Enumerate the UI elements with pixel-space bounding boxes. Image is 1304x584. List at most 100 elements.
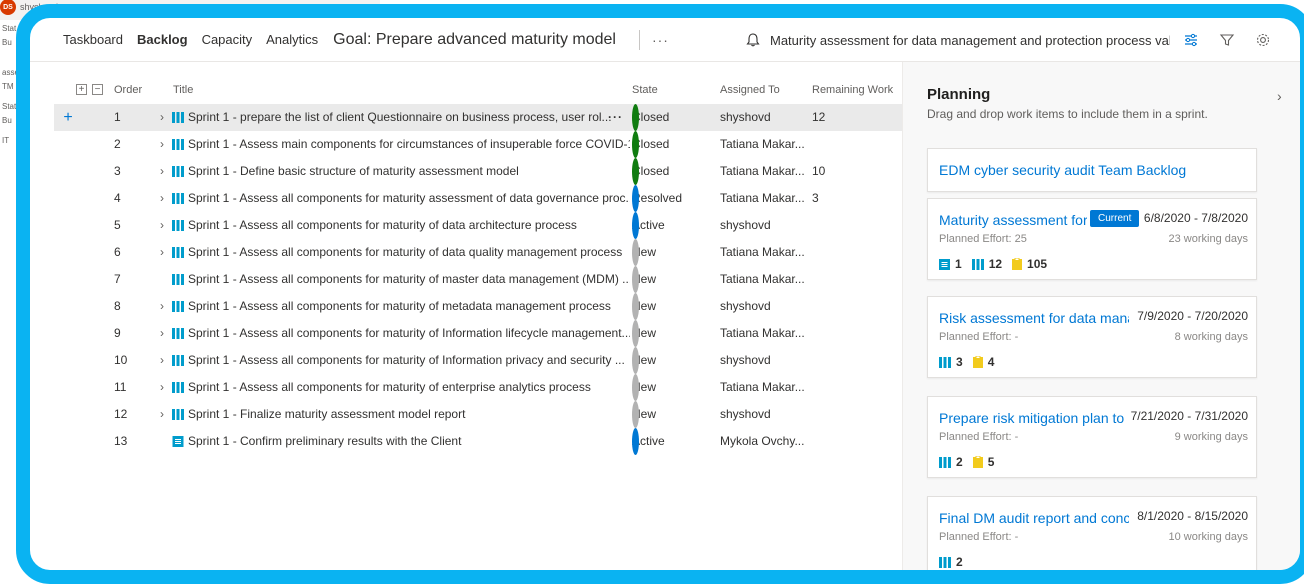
bug-count-value: 5 bbox=[987, 455, 995, 469]
state-dot-icon bbox=[632, 185, 639, 212]
team-backlog-link[interactable]: EDM cyber security audit Team Backlog bbox=[939, 162, 1186, 178]
sprint-card-name[interactable]: Final DM audit report and conclusion bbox=[939, 510, 1129, 526]
screenshot-frame: Taskboard Backlog Capacity Analytics Goal: … bbox=[16, 4, 1304, 584]
row-title[interactable]: Sprint 1 - Assess all components for mat… bbox=[188, 293, 630, 320]
chevron-right-icon[interactable]: › bbox=[160, 374, 170, 401]
row-assigned-to: shyshovd bbox=[720, 299, 771, 313]
more-actions-button[interactable]: ··· bbox=[652, 32, 669, 48]
planning-subtitle: Drag and drop work items to include them… bbox=[927, 107, 1208, 121]
sprint-picker-label: Maturity assessment for data management … bbox=[770, 32, 1170, 48]
sprint-card-name[interactable]: Maturity assessment for data management bbox=[939, 212, 1087, 228]
story-count: 2 bbox=[939, 455, 963, 469]
column-title[interactable]: Title bbox=[173, 84, 193, 96]
table-row[interactable]: 12 › Sprint 1 - Finalize maturity assessme… bbox=[54, 401, 902, 428]
sprint-card-working-days: 8 working days bbox=[1174, 331, 1248, 343]
team-backlog-card[interactable]: EDM cyber security audit Team Backlog bbox=[927, 148, 1257, 192]
grid-header: + − Order Title State Assigned To Remain… bbox=[30, 84, 902, 102]
column-remaining-work[interactable]: Remaining Work bbox=[812, 84, 893, 96]
sprint-card[interactable]: Maturity assessment for data managementC… bbox=[927, 198, 1257, 280]
row-title[interactable]: Sprint 1 - Assess all components for mat… bbox=[188, 212, 630, 239]
row-order: 6 bbox=[114, 245, 121, 259]
sprint-picker[interactable]: Maturity assessment for data management … bbox=[742, 18, 1282, 62]
background-left-label: Stat bbox=[2, 24, 17, 33]
row-order: 1 bbox=[114, 110, 121, 124]
planning-title: Planning bbox=[927, 86, 991, 103]
chevron-right-icon[interactable]: › bbox=[160, 185, 170, 212]
sprint-card[interactable]: Risk assessment for data management 7/9/2… bbox=[927, 296, 1257, 378]
state-dot-icon bbox=[632, 212, 639, 239]
user-story-icon bbox=[172, 166, 184, 177]
table-row[interactable]: 7 Sprint 1 - Assess all components for ma… bbox=[54, 266, 902, 293]
column-state[interactable]: State bbox=[632, 84, 658, 96]
row-title[interactable]: Sprint 1 - Confirm preliminary results w… bbox=[188, 428, 630, 455]
chevron-right-icon[interactable]: › bbox=[160, 293, 170, 320]
row-title[interactable]: Sprint 1 - Assess all components for mat… bbox=[188, 266, 630, 293]
row-title[interactable]: Sprint 1 - prepare the list of client Qu… bbox=[188, 104, 630, 131]
row-order: 2 bbox=[114, 137, 121, 151]
table-row[interactable]: 4 › Sprint 1 - Assess all components for m… bbox=[54, 185, 902, 212]
filter-icon[interactable] bbox=[1216, 29, 1238, 51]
chevron-right-icon[interactable]: › bbox=[160, 131, 170, 158]
sprint-card-name[interactable]: Risk assessment for data management bbox=[939, 310, 1129, 326]
table-row[interactable]: 8 › Sprint 1 - Assess all components for m… bbox=[54, 293, 902, 320]
state-dot-icon bbox=[632, 347, 639, 374]
sprint-card-working-days: 10 working days bbox=[1168, 531, 1249, 543]
story-count-value: 2 bbox=[956, 555, 963, 569]
table-row[interactable]: 2 › Sprint 1 - Assess main components for … bbox=[54, 131, 902, 158]
collapse-pane-icon[interactable]: › bbox=[1277, 88, 1282, 104]
table-row[interactable]: 5 › Sprint 1 - Assess all components for m… bbox=[54, 212, 902, 239]
sprint-card[interactable]: Final DM audit report and conclusion 8/1/… bbox=[927, 496, 1257, 570]
user-story-icon bbox=[172, 139, 184, 150]
tab-backlog[interactable]: Backlog bbox=[130, 18, 195, 62]
row-title[interactable]: Sprint 1 - Finalize maturity assessment … bbox=[188, 401, 630, 428]
gear-icon[interactable] bbox=[1252, 29, 1274, 51]
row-assigned-to: Mykola Ovchy... bbox=[720, 434, 805, 448]
row-title[interactable]: Sprint 1 - Define basic structure of mat… bbox=[188, 158, 630, 185]
row-more-button[interactable]: ··· bbox=[608, 104, 623, 131]
row-title[interactable]: Sprint 1 - Assess all components for mat… bbox=[188, 374, 630, 401]
chevron-right-icon[interactable]: › bbox=[160, 239, 170, 266]
story-count: 3 bbox=[939, 355, 963, 369]
tab-analytics[interactable]: Analytics bbox=[259, 18, 325, 62]
sprint-card-name[interactable]: Prepare risk mitigation plan to improve bbox=[939, 410, 1129, 426]
row-order: 7 bbox=[114, 272, 121, 286]
row-assigned-to: Tatiana Makar... bbox=[720, 164, 805, 178]
background-left-label: IT bbox=[2, 136, 10, 145]
table-row[interactable]: 11 › Sprint 1 - Assess all components for … bbox=[54, 374, 902, 401]
table-row[interactable]: 3 › Sprint 1 - Define basic structure of m… bbox=[54, 158, 902, 185]
row-title[interactable]: Sprint 1 - Assess all components for mat… bbox=[188, 320, 630, 347]
sprint-card[interactable]: Prepare risk mitigation plan to improve7… bbox=[927, 396, 1257, 478]
user-story-icon bbox=[172, 247, 184, 258]
table-row[interactable]: 13 Sprint 1 - Confirm preliminary results… bbox=[54, 428, 902, 455]
row-state: Active bbox=[632, 212, 718, 239]
sprint-card-dates: 7/9/2020 - 7/20/2020 bbox=[1137, 309, 1248, 323]
chevron-right-icon[interactable]: › bbox=[160, 104, 170, 131]
chevron-right-icon[interactable]: › bbox=[160, 320, 170, 347]
row-title[interactable]: Sprint 1 - Assess main components for ci… bbox=[188, 131, 630, 158]
tab-taskboard[interactable]: Taskboard bbox=[56, 18, 130, 62]
table-row[interactable]: +1 › Sprint 1 - prepare the list of client… bbox=[54, 104, 902, 131]
user-story-icon bbox=[172, 382, 184, 393]
table-row[interactable]: 10 › Sprint 1 - Assess all components for … bbox=[54, 347, 902, 374]
tab-capacity[interactable]: Capacity bbox=[195, 18, 260, 62]
chevron-right-icon[interactable]: › bbox=[160, 347, 170, 374]
view-options-icon[interactable] bbox=[1180, 29, 1202, 51]
row-title[interactable]: Sprint 1 - Assess all components for mat… bbox=[188, 185, 630, 212]
row-state: New bbox=[632, 374, 718, 401]
sprint-card-dates: 7/21/2020 - 7/31/2020 bbox=[1130, 409, 1248, 423]
table-row[interactable]: 9 › Sprint 1 - Assess all components for m… bbox=[54, 320, 902, 347]
task-icon bbox=[939, 258, 950, 270]
chevron-right-icon[interactable]: › bbox=[160, 401, 170, 428]
row-assigned-to: shyshovd bbox=[720, 407, 771, 421]
state-dot-icon bbox=[632, 428, 639, 455]
column-order[interactable]: Order bbox=[114, 84, 142, 96]
sprint-goal[interactable]: Goal: Prepare advanced maturity model bbox=[325, 18, 623, 62]
chevron-right-icon[interactable]: › bbox=[160, 158, 170, 185]
user-story-icon bbox=[172, 112, 184, 123]
row-title[interactable]: Sprint 1 - Assess all components for mat… bbox=[188, 347, 630, 374]
add-child-button[interactable]: + bbox=[60, 104, 76, 131]
chevron-right-icon[interactable]: › bbox=[160, 212, 170, 239]
column-assigned-to[interactable]: Assigned To bbox=[720, 84, 780, 96]
row-title[interactable]: Sprint 1 - Assess all components for mat… bbox=[188, 239, 630, 266]
table-row[interactable]: 6 › Sprint 1 - Assess all components for m… bbox=[54, 239, 902, 266]
